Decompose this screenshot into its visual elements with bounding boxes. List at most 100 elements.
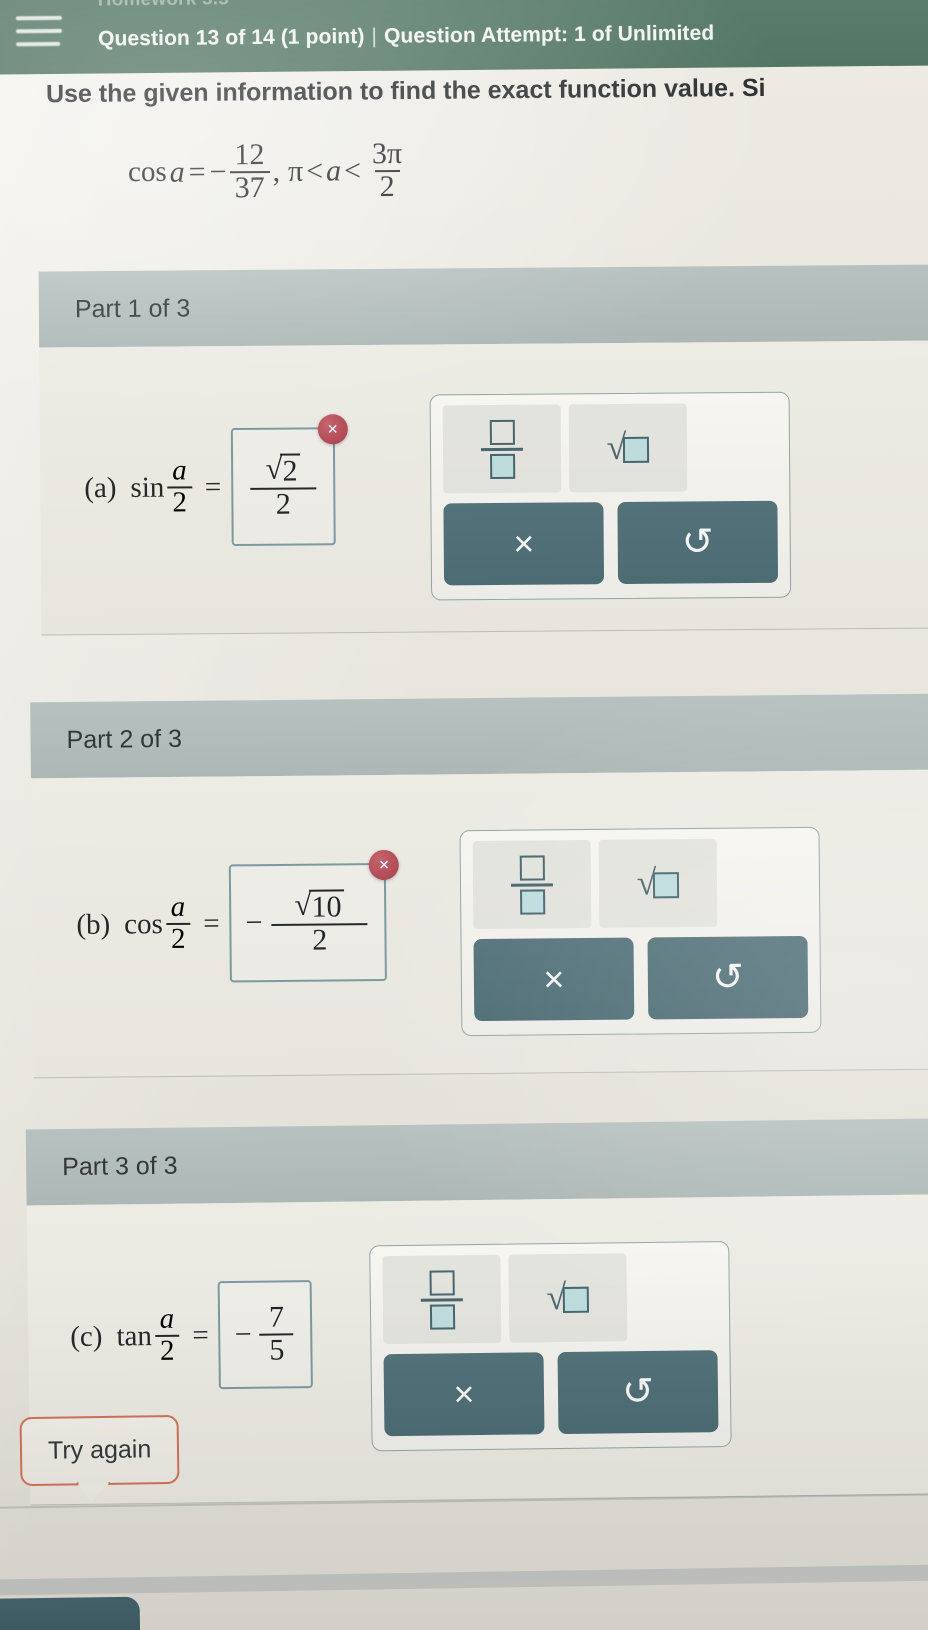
part-3-arg-denominator: 2 [154,1334,180,1367]
range-fraction: 3π 2 [367,136,408,203]
part-2-answer-sign: − [245,906,263,940]
part-1-error-badge: × [317,414,348,445]
part-3-answer-sign: − [234,1317,252,1352]
fraction-template-button[interactable] [382,1254,502,1345]
part-1-answer-input[interactable]: √ 2 2 × [230,414,348,547]
part-1-answer-fraction: √ 2 2 [250,451,317,520]
part-3-keypad-actions: × ↺ [383,1350,719,1437]
range-left-bound: π [287,154,304,188]
part-1-title: Part 1 of 3 [74,293,191,323]
range-lt-1: < [306,154,324,188]
part-1-label: (a) [84,471,117,504]
sqrt-template-button[interactable]: √ [598,838,718,928]
given-equation: cos a = − 12 37 , π < a < 3π 2 [127,136,411,204]
part-1-answer-row: (a) sin a 2 = √ 2 2 × [84,414,348,547]
part-2-math-keypad: √ × ↺ [459,826,822,1037]
error-x-icon: × [378,854,390,876]
part-1-keypad-actions: × ↺ [443,500,779,586]
range-numerator: 3π [371,136,403,171]
part-2-radicand: 10 [309,889,345,924]
fraction-template-icon [510,854,554,915]
part-2-keypad-templates: √ [472,838,808,930]
part-1-header: Part 1 of 3 [38,264,928,348]
part-3-header: Part 3 of 3 [25,1118,928,1206]
part-3-answer-numerator: 7 [268,1300,285,1334]
part-2-answer-input[interactable]: − √ 10 2 × [229,849,400,983]
undo-icon: ↺ [681,521,714,564]
attempt-label: Question Attempt: 1 of Unlimited [383,21,715,48]
given-variable: a [169,155,185,189]
part-2-argument: a 2 [165,891,191,955]
clear-x-icon: × [453,1373,475,1415]
part-2-function: cos [124,907,163,940]
given-sign: − [209,154,227,189]
given-fraction: 12 37 [229,138,270,204]
part-3-math-keypad: √ × ↺ [369,1240,732,1452]
part-2-label: (b) [76,908,111,941]
hamburger-menu-icon[interactable] [15,15,64,50]
range-denominator: 2 [374,169,400,203]
question-prompt: Use the given information to find the ex… [45,73,766,109]
sqrt-template-button[interactable]: √ [508,1253,628,1343]
clear-x-icon: × [513,522,535,564]
fraction-template-icon [420,1269,463,1330]
bottom-action-button[interactable] [0,1596,141,1630]
part-2-arg-denominator: 2 [165,922,191,955]
error-x-icon: × [327,418,339,440]
part-1-undo-button[interactable]: ↺ [617,500,779,585]
part-2-arg-numerator: a [170,891,186,924]
part-card-1: Part 1 of 3 (a) sin a 2 = √ 2 2 × √ × ↺ [38,264,928,636]
part-3-equals: = [192,1318,209,1352]
try-again-tooltip: Try again [19,1414,180,1486]
app-header: Homework 5.5 Question 13 of 14 (1 point)… [0,0,928,75]
part-2-answer-numerator: √ 10 [289,887,349,924]
part-1-equals: = [204,470,222,503]
part-3-answer-fraction: 7 5 [259,1300,295,1367]
part-1-clear-button[interactable]: × [443,502,605,586]
try-again-label: Try again [47,1435,152,1465]
part-1-radicand: 2 [280,453,301,488]
part-3-answer-denominator: 5 [259,1333,295,1367]
part-3-title: Part 3 of 3 [62,1151,178,1181]
breadcrumb: Homework 5.5 [98,0,229,12]
fraction-template-button[interactable] [442,404,562,494]
fraction-template-icon [480,419,524,479]
sqrt-template-button[interactable]: √ [568,403,688,493]
undo-icon: ↺ [711,956,745,999]
part-1-body: (a) sin a 2 = √ 2 2 × √ × ↺ [39,340,928,636]
part-2-title: Part 2 of 3 [66,724,183,754]
part-2-undo-button[interactable]: ↺ [647,935,809,1020]
part-3-arg-numerator: a [159,1303,175,1336]
part-1-keypad-templates: √ [442,403,778,494]
part-2-clear-button[interactable]: × [473,937,635,1022]
square-root-template-icon: √ [546,1277,590,1317]
part-3-answer-row: (c) tan a 2 = − 7 5 [70,1280,314,1391]
range-variable: a [325,154,342,188]
part-2-error-badge: × [368,849,400,881]
part-1-divider [41,627,928,636]
part-1-answer-denominator: 2 [250,486,317,520]
part-2-radical: √ 10 [294,887,345,924]
given-denominator: 37 [229,170,270,204]
given-function: cos [127,155,167,189]
part-3-function: tan [116,1319,153,1352]
part-3-undo-button[interactable]: ↺ [557,1350,719,1435]
clear-x-icon: × [543,958,565,1000]
undo-icon: ↺ [621,1370,655,1414]
part-2-equals: = [203,907,220,940]
given-comma: , [272,154,281,188]
part-1-argument: a 2 [167,455,193,519]
part-card-2: Part 2 of 3 (b) cos a 2 = − √ 10 2 × √ ×… [30,693,928,1079]
part-3-answer-input[interactable]: − 7 5 [218,1280,314,1390]
square-root-template-icon: √ [636,862,680,903]
part-3-keypad-templates: √ [382,1252,717,1345]
part-2-keypad-actions: × ↺ [473,935,809,1022]
part-3-clear-button[interactable]: × [383,1352,545,1437]
part-1-arg-denominator: 2 [167,486,193,519]
part-1-radical: √ 2 [265,451,301,488]
part-3-argument: a 2 [154,1303,180,1367]
given-numerator: 12 [234,138,265,172]
fraction-template-button[interactable] [472,839,592,930]
question-number-label: Question 13 of 14 (1 point) [97,24,365,51]
question-attempt-info: Question 13 of 14 (1 point) | Question Att… [98,22,714,52]
